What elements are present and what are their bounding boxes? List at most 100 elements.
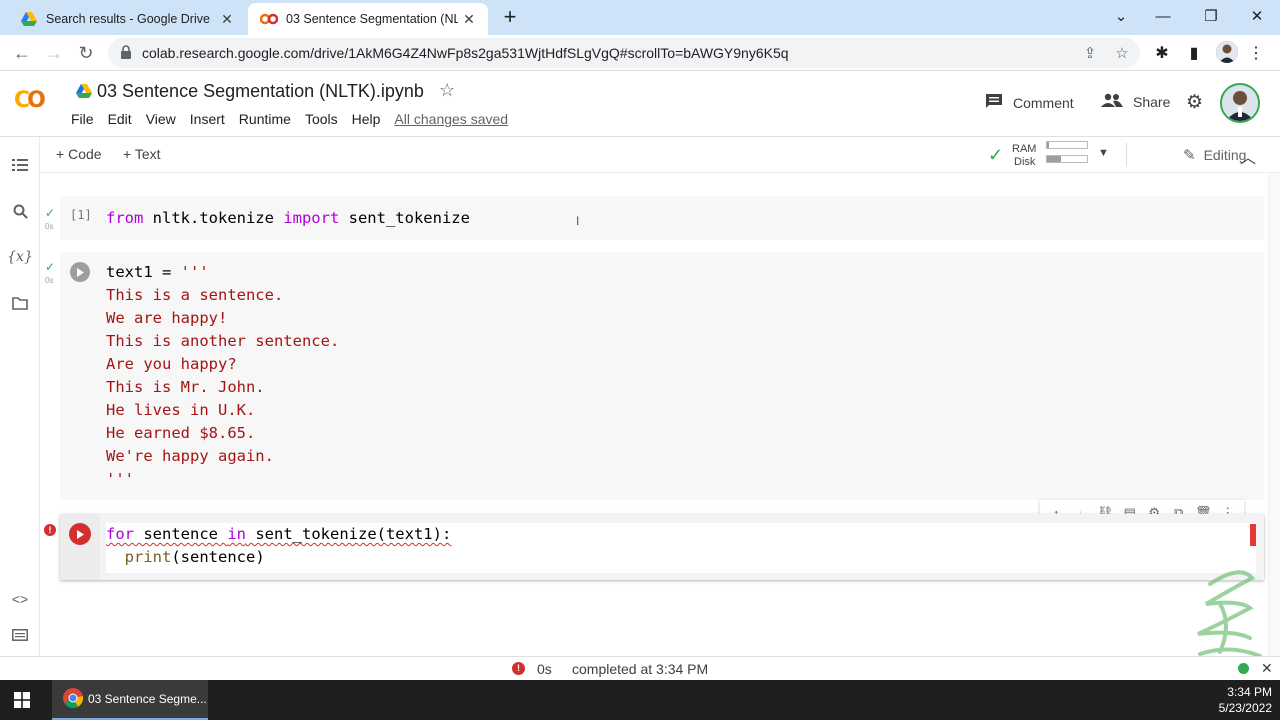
code-text: sent_tokenize(text1): [246, 525, 452, 543]
google-drive-icon [20, 10, 38, 28]
menu-insert[interactable]: Insert [190, 111, 225, 127]
menu-tools[interactable]: Tools [305, 111, 338, 127]
resource-monitor[interactable]: RAM Disk [1012, 143, 1036, 169]
ram-usage-fill [1047, 142, 1049, 148]
connected-check-icon: ✓ [988, 145, 1004, 165]
cell-source[interactable]: from nltk.tokenize import sent_tokenize [106, 207, 470, 230]
windows-start-icon[interactable] [14, 692, 30, 713]
close-tab-icon[interactable]: ✕ [458, 8, 480, 30]
string-literal: This is a sentence. [106, 286, 284, 304]
comment-icon [985, 93, 1003, 112]
keyword: from [106, 209, 144, 227]
search-icon[interactable] [8, 199, 32, 223]
close-tab-icon[interactable]: ✕ [216, 8, 238, 30]
tab-search-icon[interactable]: ⌄ [1106, 4, 1136, 28]
taskbar-chrome-app[interactable]: 03 Sentence Segme... [52, 680, 208, 720]
text-cursor-icon: I [576, 214, 580, 228]
minimize-button[interactable]: — [1148, 4, 1178, 28]
add-text-button[interactable]: + Text [123, 146, 161, 162]
notebook-title[interactable]: 03 Sentence Segmentation (NLTK).ipynb [97, 81, 424, 102]
new-tab-button[interactable]: + [498, 6, 522, 30]
extensions-icon[interactable]: ✱ [1152, 43, 1172, 63]
forward-button[interactable]: → [42, 41, 66, 65]
menu-bar: File Edit View Insert Runtime Tools Help… [71, 111, 522, 127]
pencil-icon: ✎ [1183, 147, 1196, 164]
error-status-icon: ! [512, 662, 525, 675]
string-literal: He lives in U.K. [106, 401, 256, 419]
run-cell-button[interactable] [70, 262, 90, 282]
share-label: Share [1133, 93, 1171, 110]
status-time: 0s [537, 661, 552, 677]
tab-title: Search results - Google Drive [46, 12, 210, 26]
menu-edit[interactable]: Edit [108, 111, 132, 127]
menu-help[interactable]: Help [352, 111, 381, 127]
settings-gear-icon[interactable]: ⚙ [1186, 91, 1203, 114]
colab-logo[interactable]: CO [14, 88, 46, 113]
cell-exec-time: 0s [45, 276, 54, 285]
colab-header: CO 03 Sentence Segmentation (NLTK).ipynb… [0, 72, 1280, 137]
editing-mode-button[interactable]: ✎ Editing [1183, 146, 1246, 164]
cell-error-icon: ! [44, 524, 56, 536]
profile-avatar[interactable] [1216, 41, 1238, 63]
close-status-icon[interactable]: ✕ [1261, 660, 1273, 677]
menu-runtime[interactable]: Runtime [239, 111, 291, 127]
disk-usage-bar [1046, 155, 1088, 163]
star-icon[interactable]: ☆ [439, 80, 455, 101]
resources-dropdown-icon[interactable]: ▼ [1098, 147, 1109, 159]
share-page-icon[interactable]: ⇪ [1080, 43, 1100, 63]
watermark-logo [1180, 564, 1268, 656]
table-of-contents-icon[interactable] [8, 153, 32, 177]
cell-exec-time: 0s [45, 222, 54, 231]
add-code-button[interactable]: + Code [56, 146, 102, 162]
tab-google-drive[interactable]: Search results - Google Drive ✕ [8, 3, 246, 35]
code-cell[interactable]: [1] from nltk.tokenize import sent_token… [60, 196, 1264, 240]
code-snippets-icon[interactable]: <> [8, 587, 32, 611]
bookmark-star-icon[interactable]: ☆ [1112, 43, 1132, 63]
save-status[interactable]: All changes saved [394, 111, 508, 127]
comment-button[interactable]: Comment [985, 93, 1074, 112]
status-message[interactable]: completed at 3:34 PM [572, 661, 708, 677]
code-text: nltk.tokenize [143, 209, 284, 227]
reload-button[interactable]: ↻ [74, 41, 98, 65]
menu-view[interactable]: View [146, 111, 176, 127]
command-palette-icon[interactable] [8, 623, 32, 647]
vertical-scrollbar[interactable] [1268, 174, 1280, 656]
toolbar-divider [1126, 143, 1127, 167]
drive-icon [76, 84, 92, 103]
close-window-button[interactable]: ✕ [1242, 4, 1272, 28]
variables-icon[interactable]: {x} [7, 245, 33, 269]
keyword: in [227, 525, 246, 543]
browser-tab-bar: Search results - Google Drive ✕ 03 Sente… [0, 0, 1280, 35]
string-literal: He earned $8.65. [106, 424, 256, 442]
tab-colab-notebook[interactable]: 03 Sentence Segmentation (NLTK ✕ [248, 3, 488, 35]
run-cell-button[interactable] [69, 523, 91, 545]
share-button[interactable]: Share [1101, 93, 1170, 110]
execution-count: [1] [70, 208, 92, 222]
add-text-label: Text [134, 146, 161, 162]
chrome-icon [62, 687, 84, 712]
code-cell-focused[interactable]: for sentence in sent_tokenize(text1): pr… [60, 514, 1264, 580]
cell-source[interactable]: for sentence in sent_tokenize(text1): pr… [106, 523, 1256, 573]
side-panel-icon[interactable]: ▮ [1184, 43, 1204, 63]
files-folder-icon[interactable] [8, 291, 32, 315]
back-button[interactable]: ← [10, 41, 34, 65]
restore-button[interactable]: ❐ [1196, 4, 1226, 28]
user-avatar[interactable] [1220, 83, 1260, 123]
menu-file[interactable]: File [71, 111, 94, 127]
collapse-header-icon[interactable]: ︿ [1240, 144, 1256, 168]
code-cell[interactable]: text1 = ''' This is a sentence. We are h… [60, 252, 1264, 500]
string-literal: ''' [106, 470, 134, 488]
address-bar[interactable]: colab.research.google.com/drive/1AkM6G4Z… [108, 38, 1140, 68]
taskbar-app-label: 03 Sentence Segme... [88, 692, 207, 706]
notebook-toolbar: + Code + Text ✓ RAM Disk ▼ ✎ Editing ︿ [40, 137, 1280, 173]
code-text: sent_tokenize [339, 209, 470, 227]
string-literal: We are happy! [106, 309, 228, 327]
string-literal: We're happy again. [106, 447, 274, 465]
cell-source[interactable]: text1 = ''' This is a sentence. We are h… [106, 261, 339, 491]
disk-label: Disk [1014, 156, 1036, 168]
code-text: (sentence) [171, 548, 265, 566]
browser-toolbar: ← → ↻ colab.research.google.com/drive/1A… [0, 35, 1280, 71]
system-clock[interactable]: 3:34 PM 5/23/2022 [1219, 684, 1272, 716]
more-menu-icon[interactable]: ⋮ [1246, 43, 1266, 63]
code-text: text1 = [106, 263, 181, 281]
